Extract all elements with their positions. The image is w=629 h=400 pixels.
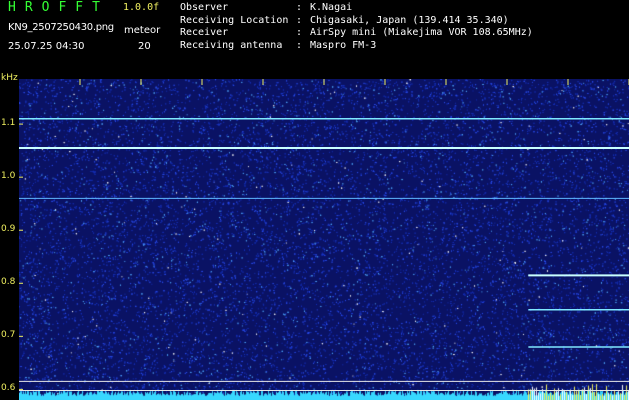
version-label: 1.0.0f <box>123 2 160 13</box>
app-title: HROFFT <box>8 0 109 15</box>
y-tick-label: 1.1 <box>1 118 16 129</box>
y-tick-label: 0.7 <box>1 330 16 341</box>
info-value: Maspro FM-3 <box>310 39 377 51</box>
info-value: K.Nagai <box>310 2 353 13</box>
info-row-location: Receiving Location: Chigasaki, Japan (139… <box>180 15 533 28</box>
info-row-receiver: Receiver: AirSpy mini (Miakejima VOR 108.… <box>180 27 533 40</box>
station-info: Observer: K.Nagai Receiving Location: Chig… <box>180 2 533 52</box>
info-value: AirSpy mini (Miakejima VOR 108.65MHz) <box>310 27 533 38</box>
info-separator: : <box>296 39 303 51</box>
info-separator: : <box>296 2 303 13</box>
info-value: Chigasaki, Japan (139.414 35.340) <box>310 14 509 26</box>
y-axis-unit: kHz <box>1 73 18 83</box>
info-key: Receiving antenna <box>180 39 283 51</box>
header-panel: HROFFT 1.0.0f KN9_2507250430.png meteor … <box>0 0 629 78</box>
mode-label: meteor <box>124 25 161 36</box>
y-tick-label: 0.6 <box>1 383 16 394</box>
filename-label: KN9_2507250430.png <box>8 22 114 33</box>
info-separator: : <box>296 27 303 38</box>
datetime-label: 25.07.25 04:30 <box>8 41 85 52</box>
y-tick-label: 0.8 <box>1 277 16 288</box>
info-key: Receiving Location <box>180 14 289 26</box>
spectrogram-plot <box>19 79 629 400</box>
y-tick-label: 1.0 <box>1 171 16 182</box>
speed-value: 20 <box>138 41 151 52</box>
y-tick-label: 0.9 <box>1 224 16 235</box>
spectrogram-traces <box>19 79 629 391</box>
info-row-observer: Observer: K.Nagai <box>180 2 533 15</box>
info-key: Observer <box>180 2 229 13</box>
info-row-antenna: Receiving antenna: Maspro FM-3 <box>180 40 533 53</box>
info-key: Receiver <box>180 27 229 38</box>
info-separator: : <box>296 14 303 26</box>
